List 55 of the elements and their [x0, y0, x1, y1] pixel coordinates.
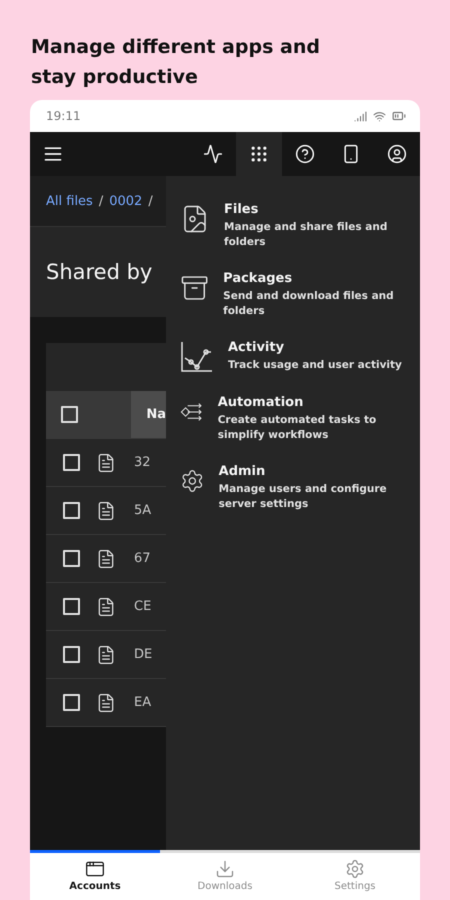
- breadcrumb-separator: /: [148, 194, 153, 208]
- document-icon: [96, 692, 116, 712]
- page-title: Shared by: [46, 260, 152, 284]
- menu-item-title[interactable]: Files: [224, 202, 408, 217]
- menu-item-description: Track usage and user activity: [228, 358, 402, 373]
- menu-item-title[interactable]: Automation: [218, 395, 408, 410]
- apps-button[interactable]: [236, 132, 282, 176]
- row-checkbox[interactable]: [62, 694, 80, 711]
- signal-icon: [354, 110, 367, 122]
- menu-item-description: Send and download files and folders: [223, 289, 395, 319]
- headline: Manage different apps and stay productive: [30, 35, 321, 90]
- document-icon: [96, 548, 116, 568]
- window-icon: [85, 859, 105, 879]
- table-row[interactable]: 67: [46, 535, 166, 583]
- battery-icon: [392, 109, 406, 123]
- table-row[interactable]: 5A: [46, 487, 166, 535]
- breadcrumb-separator: /: [98, 194, 104, 208]
- table-row[interactable]: EA: [46, 679, 166, 727]
- file-name: 67: [133, 551, 151, 566]
- settings-icon: [345, 859, 365, 879]
- file-name: 5A: [133, 503, 152, 518]
- menu-item-description: Manage and share files and folders: [224, 220, 388, 250]
- menu-item-title[interactable]: Packages: [223, 271, 408, 286]
- menu-item-description: Manage users and configure server settings: [218, 482, 388, 512]
- download-icon: [215, 859, 235, 879]
- help-icon: [295, 144, 315, 164]
- pulse-icon: [203, 144, 223, 164]
- breadcrumb-link[interactable]: 0002: [109, 194, 142, 208]
- table-row[interactable]: DE: [46, 631, 166, 679]
- column-header[interactable]: Na: [131, 391, 166, 438]
- status-time: 19:11: [46, 109, 82, 123]
- row-checkbox[interactable]: [62, 598, 80, 615]
- breadcrumb-link[interactable]: All files: [46, 194, 93, 208]
- user-icon: [387, 144, 407, 164]
- file-name: CE: [133, 599, 152, 614]
- table-row[interactable]: 32: [46, 439, 166, 487]
- document-icon: [96, 500, 116, 520]
- wifi-icon: [373, 110, 386, 122]
- apps-grid-icon: [249, 144, 269, 164]
- document-icon: [96, 644, 116, 664]
- select-all-checkbox[interactable]: [61, 406, 78, 423]
- file-name: 32: [133, 455, 151, 470]
- table-row[interactable]: CE: [46, 583, 166, 631]
- row-checkbox[interactable]: [62, 646, 80, 663]
- line-chart-icon: [180, 340, 214, 374]
- menu-item-description: Create automated tasks to simplify workflows: [218, 413, 378, 443]
- file-name: DE: [133, 647, 152, 662]
- row-checkbox[interactable]: [62, 550, 80, 567]
- document-icon: [96, 596, 116, 616]
- row-checkbox[interactable]: [62, 454, 80, 471]
- menu-item-title[interactable]: Activity: [228, 340, 402, 355]
- row-checkbox[interactable]: [62, 502, 80, 519]
- document-icon: [96, 452, 116, 472]
- menu-item-title[interactable]: Admin: [218, 464, 408, 479]
- file-name: EA: [133, 695, 152, 710]
